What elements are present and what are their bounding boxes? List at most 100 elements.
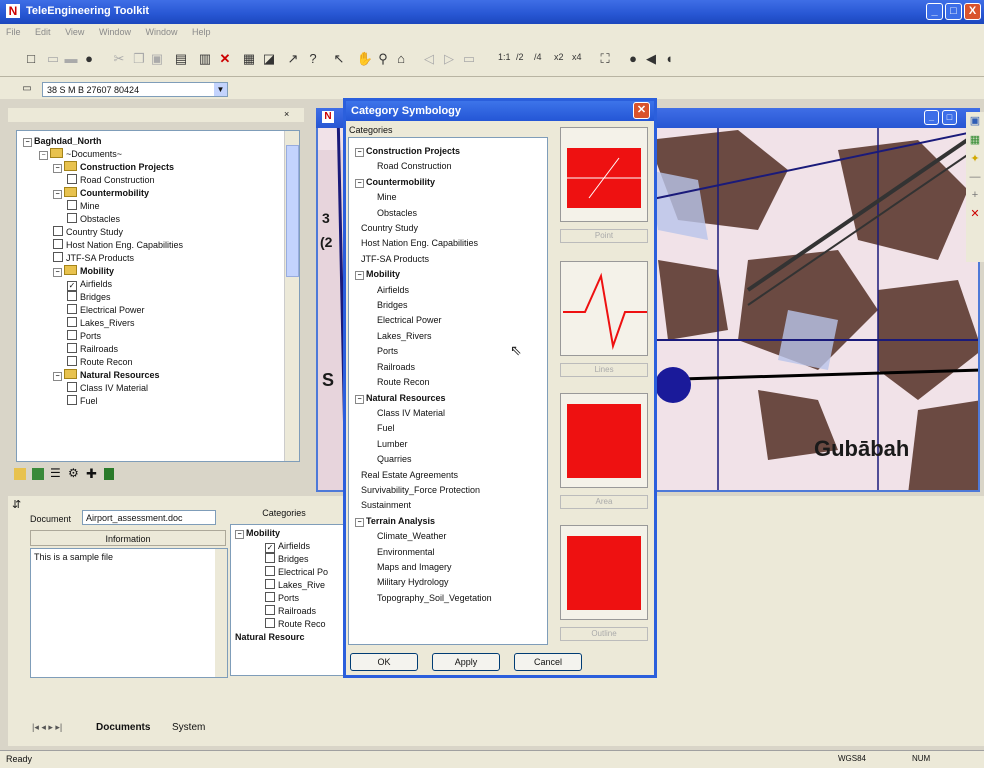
tree-item[interactable]: Road Construction bbox=[23, 174, 183, 187]
category-item[interactable]: Railroads bbox=[355, 360, 492, 375]
scale-1-1[interactable]: 1:1 bbox=[498, 52, 511, 62]
category-item[interactable]: Military Hydrology bbox=[355, 575, 492, 590]
category-check-item[interactable]: Route Reco bbox=[235, 618, 328, 631]
pin-icon[interactable]: ✦ bbox=[966, 152, 984, 165]
tool-icon[interactable]: — bbox=[966, 171, 984, 183]
lines-button[interactable]: Lines bbox=[560, 363, 648, 377]
minimize-button[interactable]: _ bbox=[926, 3, 943, 20]
grid-icon[interactable]: ▦ bbox=[966, 133, 984, 146]
paste-icon[interactable]: ▣ bbox=[148, 50, 166, 68]
pointer-icon[interactable]: ↖ bbox=[330, 50, 348, 68]
category-check-item[interactable]: ✓ Airfields bbox=[235, 540, 328, 553]
tree-documents[interactable]: − ~Documents~ bbox=[23, 148, 183, 161]
tree-item[interactable]: Electrical Power bbox=[23, 304, 183, 317]
book-icon[interactable] bbox=[104, 468, 114, 480]
apply-button[interactable]: Apply bbox=[432, 653, 500, 671]
collapse-icon[interactable]: − bbox=[53, 268, 62, 277]
category-item[interactable]: − Construction Projects bbox=[355, 144, 492, 159]
checkbox[interactable] bbox=[67, 304, 77, 314]
cut-icon[interactable]: ✂ bbox=[110, 50, 128, 68]
tree-item[interactable]: Host Nation Eng. Capabilities bbox=[23, 239, 183, 252]
tree-item[interactable]: Lakes_Rivers bbox=[23, 317, 183, 330]
tree-item[interactable]: − Natural Resources bbox=[23, 369, 183, 382]
scale-half[interactable]: /2 bbox=[516, 52, 524, 62]
collapse-icon[interactable]: − bbox=[355, 394, 364, 404]
checkbox[interactable] bbox=[53, 252, 63, 262]
fit-icon[interactable]: ⛶ bbox=[596, 50, 614, 68]
coordinate-combo[interactable]: 38 S M B 27607 80424 ▼ bbox=[42, 82, 228, 97]
remove-icon[interactable]: ✕ bbox=[966, 207, 984, 220]
scale-quarter[interactable]: /4 bbox=[534, 52, 542, 62]
category-item[interactable]: Sustainment bbox=[355, 498, 492, 513]
menu-help[interactable]: Help bbox=[192, 27, 211, 37]
window-icon[interactable]: ▦ bbox=[240, 50, 258, 68]
collapse-icon[interactable]: − bbox=[355, 271, 364, 281]
checkbox[interactable] bbox=[67, 200, 77, 210]
category-item[interactable]: − Countermobility bbox=[355, 175, 492, 190]
tree-item[interactable]: − Mobility bbox=[23, 265, 183, 278]
checkbox[interactable]: ✓ bbox=[67, 281, 77, 291]
collapse-icon[interactable]: − bbox=[355, 178, 364, 188]
tab-documents[interactable]: Documents bbox=[96, 722, 150, 733]
tree-item[interactable]: − Countermobility bbox=[23, 187, 183, 200]
collapse-icon[interactable]: − bbox=[53, 164, 62, 173]
tree-item[interactable]: JTF-SA Products bbox=[23, 252, 183, 265]
checkbox[interactable] bbox=[265, 618, 275, 628]
checkbox[interactable] bbox=[67, 382, 77, 392]
tab-nav-arrows[interactable]: |◂ ◂ ▸ ▸| bbox=[32, 722, 62, 733]
area-button[interactable]: Area bbox=[560, 495, 648, 509]
category-item[interactable]: Obstacles bbox=[355, 206, 492, 221]
category-item[interactable]: Electrical Power bbox=[355, 313, 492, 328]
pan-icon[interactable]: ✋ bbox=[356, 50, 374, 68]
category-item[interactable]: Maps and Imagery bbox=[355, 560, 492, 575]
tree-item[interactable]: Mine bbox=[23, 200, 183, 213]
menu-window[interactable]: Window bbox=[99, 27, 131, 37]
print-icon[interactable]: ▤ bbox=[172, 50, 190, 68]
menu-view[interactable]: View bbox=[65, 27, 84, 37]
dot-icon[interactable]: ● bbox=[624, 50, 642, 68]
checkbox[interactable] bbox=[67, 213, 77, 223]
back-icon[interactable]: ◁ bbox=[420, 50, 438, 68]
menu-window-2[interactable]: Window bbox=[145, 27, 177, 37]
tree-item[interactable]: − Construction Projects bbox=[23, 161, 183, 174]
category-item[interactable]: JTF-SA Products bbox=[355, 252, 492, 267]
checkbox[interactable] bbox=[265, 566, 275, 576]
checkbox[interactable] bbox=[265, 592, 275, 602]
category-item[interactable]: Real Estate Agreements bbox=[355, 468, 492, 483]
globe-icon[interactable]: ● bbox=[80, 50, 98, 68]
checkbox[interactable] bbox=[67, 174, 77, 184]
draw-icon[interactable]: ↗ bbox=[284, 50, 302, 68]
collapse-icon[interactable]: − bbox=[53, 190, 62, 199]
list-icon[interactable]: ☰ bbox=[50, 466, 61, 480]
category-item[interactable]: Lumber bbox=[355, 437, 492, 452]
collapse-icon[interactable]: − bbox=[355, 517, 364, 527]
tree-item[interactable]: Railroads bbox=[23, 343, 183, 356]
category-item[interactable]: Topography_Soil_Vegetation bbox=[355, 591, 492, 606]
checkbox[interactable] bbox=[67, 291, 77, 301]
add-icon[interactable]: ✚ bbox=[86, 466, 97, 482]
category-item[interactable]: − Natural Resources bbox=[355, 391, 492, 406]
folder-icon[interactable] bbox=[14, 468, 26, 480]
checkbox[interactable] bbox=[67, 317, 77, 327]
zoom-icon[interactable]: ⚲ bbox=[374, 50, 392, 68]
tab-system[interactable]: System bbox=[172, 722, 205, 733]
point-button[interactable]: Point bbox=[560, 229, 648, 243]
info-scrollbar[interactable] bbox=[215, 549, 227, 677]
copy-icon[interactable]: ❐ bbox=[130, 50, 148, 68]
category-item[interactable]: Lakes_Rivers bbox=[355, 329, 492, 344]
category-item[interactable]: Ports bbox=[355, 344, 492, 359]
scroll-thumb[interactable] bbox=[286, 145, 299, 277]
category-item[interactable]: Climate_Weather bbox=[355, 529, 492, 544]
category-check-item[interactable]: Bridges bbox=[235, 553, 328, 566]
category-item[interactable]: Class IV Material bbox=[355, 406, 492, 421]
scale-x2[interactable]: x2 bbox=[554, 52, 564, 62]
document-icon[interactable] bbox=[32, 468, 44, 480]
category-item[interactable]: − Terrain Analysis bbox=[355, 514, 492, 529]
menu-file[interactable]: File bbox=[6, 27, 21, 37]
category-item[interactable]: Survivability_Force Protection bbox=[355, 483, 492, 498]
tree-item[interactable]: Class IV Material bbox=[23, 382, 183, 395]
category-check-item[interactable]: Ports bbox=[235, 592, 328, 605]
pane-grip-icon[interactable]: ⇵ bbox=[12, 498, 21, 511]
home-icon[interactable]: ⌂ bbox=[392, 50, 410, 68]
checkbox[interactable] bbox=[67, 343, 77, 353]
